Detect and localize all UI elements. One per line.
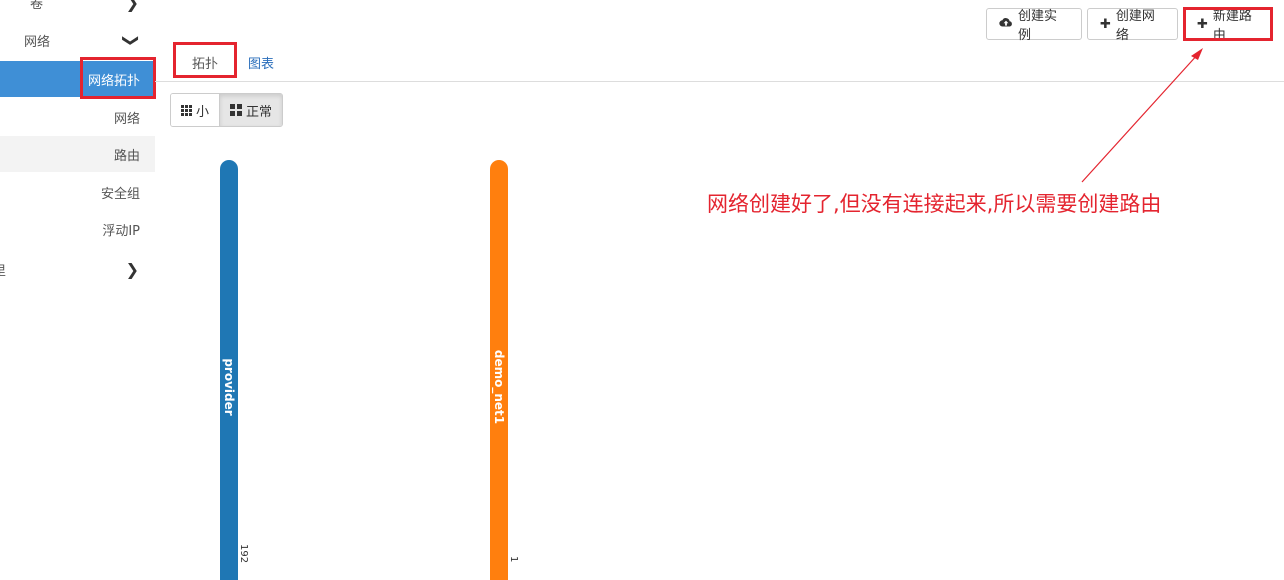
chevron-right-icon: ❯ [125,259,139,279]
network-cidr: 1 [508,556,519,563]
th-large-icon [230,104,243,116]
network-bar-provider[interactable]: provider [220,160,238,580]
normal-size-label: 正常 [246,104,273,120]
sidebar-item-label: 卷 [30,0,44,12]
create-instance-button[interactable]: 创建实例 [986,8,1082,43]
annotation-text: 网络创建好了,但没有连接起来,所以需要创建路由 [707,192,1162,216]
sidebar-item-label: 里 [0,260,6,279]
size-toggle: 小 正常 [170,93,284,127]
sidebar-item-label: 安全组 [100,186,140,202]
tab-topology[interactable]: 拓扑 [176,44,234,80]
sidebar-item-collapsed[interactable]: 里 ❯ [0,251,155,287]
sidebar-item-label: 网络 [24,34,51,50]
plus-icon: ✚ [1197,16,1208,32]
create-router-button[interactable]: ✚ 新建路由 [1184,8,1272,43]
small-size-button[interactable]: 小 [171,94,220,126]
tabs-divider [155,81,1284,82]
th-icon [181,104,192,116]
sidebar: 卷 ❯ 网络 ❯ 网络拓扑 网络 路由 安全组 浮动IP 里 ❯ [0,0,155,562]
network-bar-demo-net1[interactable]: demo_net1 [490,160,508,580]
create-router-label: 新建路由 [1212,9,1252,43]
sidebar-item-network[interactable]: 网络 ❯ [0,22,155,58]
sidebar-item-label: 网络 [113,111,140,127]
chevron-down-icon: ❯ [121,33,141,47]
sidebar-item-floating-ip[interactable]: 浮动IP [0,211,155,247]
normal-size-button[interactable]: 正常 [219,94,283,126]
chevron-right-icon: ❯ [125,0,139,12]
tab-graph[interactable]: 图表 [248,44,274,80]
sidebar-item-routers[interactable]: 路由 [0,136,155,172]
tab-label: 拓扑 [191,56,218,72]
small-size-label: 小 [196,104,210,120]
sidebar-item-security-groups[interactable]: 安全组 [0,174,155,210]
create-network-label: 创建网络 [1115,9,1155,43]
sidebar-item-network-topology[interactable]: 网络拓扑 [0,61,155,97]
plus-icon: ✚ [1100,16,1111,32]
create-instance-label: 创建实例 [1018,9,1058,43]
annotation-arrow [1081,48,1203,183]
sidebar-item-label: 网络拓扑 [87,73,140,89]
cloud-upload-icon [999,16,1013,32]
sidebar-item-volumes[interactable]: 卷 ❯ [0,0,155,20]
sidebar-item-label: 路由 [113,148,140,164]
network-cidr: 192 [238,544,249,564]
create-network-button[interactable]: ✚ 创建网络 [1087,8,1178,43]
tab-label: 图表 [248,56,275,72]
sidebar-item-label: 浮动IP [102,223,140,239]
sidebar-item-networks[interactable]: 网络 [0,99,155,135]
